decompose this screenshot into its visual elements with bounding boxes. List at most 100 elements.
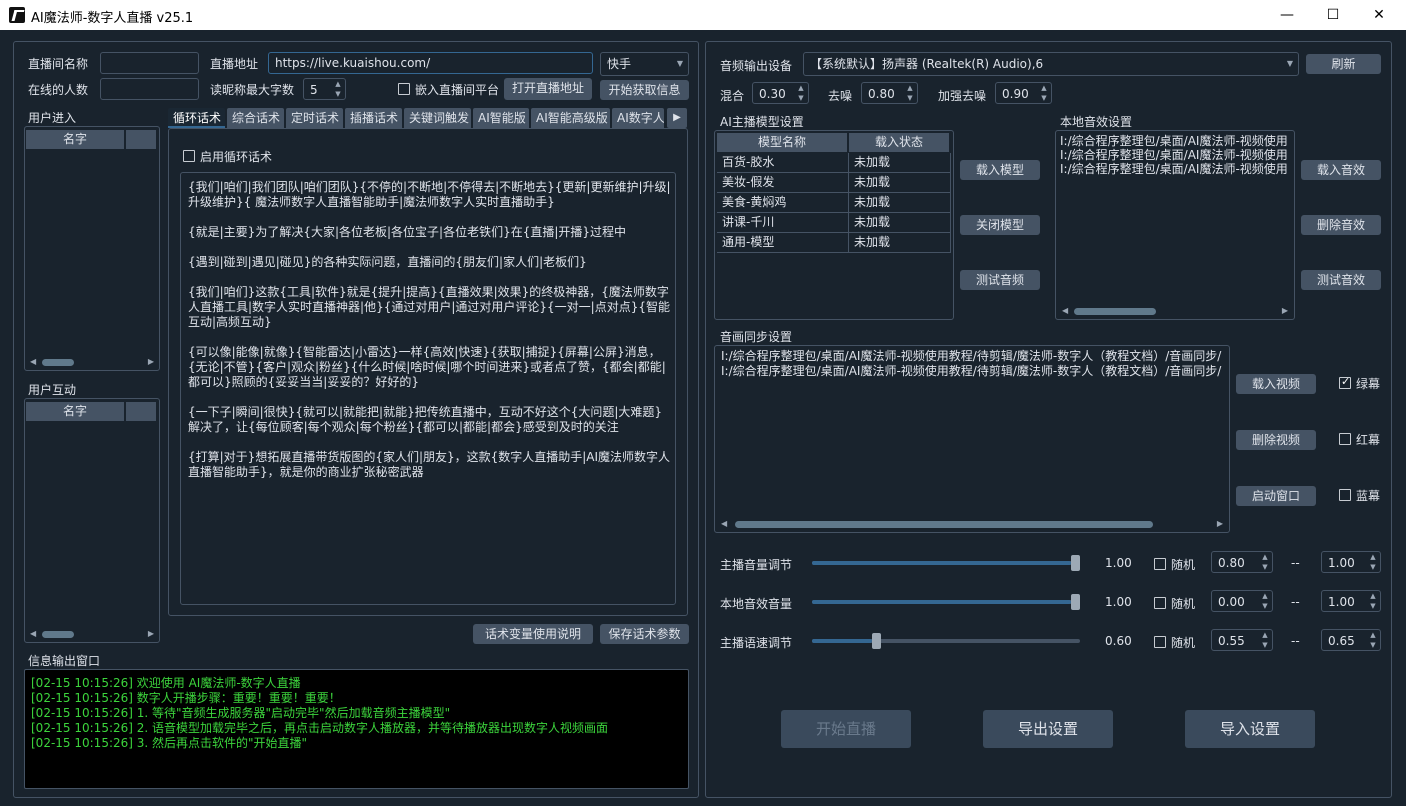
scroll-left-icon[interactable]: ◀ [30,629,36,639]
spin-down-icon[interactable]: ▼ [1367,640,1379,650]
enable-loop-checkbox[interactable] [183,150,195,162]
anchor-volume-slider-handle[interactable] [1071,555,1080,571]
list-item[interactable]: I:/综合程序整理包/桌面/AI魔法师-视频使用 [1060,148,1292,162]
local-fx-volume-slider-handle[interactable] [1071,594,1080,610]
minimize-button[interactable]: — [1264,0,1310,30]
scroll-right-icon[interactable]: ▶ [1217,519,1223,529]
spin-up-icon[interactable]: ▲ [904,83,916,93]
anchor-volume-min-spinbox[interactable]: 0.80 ▲ ▼ [1211,551,1273,573]
local-fx-volume-random-checkbox[interactable] [1154,597,1166,609]
spin-down-icon[interactable]: ▼ [904,93,916,103]
user-enter-hscroll[interactable]: ◀ ▶ [26,357,158,367]
red-screen-checkbox[interactable] [1339,433,1351,445]
spin-down-icon[interactable]: ▼ [1259,640,1271,650]
anchor-volume-random-checkbox[interactable] [1154,558,1166,570]
local-fx-volume-min-spinbox[interactable]: 0.00 ▲ ▼ [1211,590,1273,612]
tab-ai-digital-human[interactable]: AI数字人 [612,108,664,128]
scroll-thumb[interactable] [1074,308,1156,315]
close-button[interactable]: ✕ [1356,0,1402,30]
maximize-button[interactable]: ☐ [1310,0,1356,30]
room-name-input[interactable] [100,52,199,74]
spin-down-icon[interactable]: ▼ [1259,562,1271,572]
delete-fx-button[interactable]: 删除音效 [1301,215,1381,235]
audio-device-select[interactable]: 【系统默认】扬声器 (Realtek(R) Audio),6 ▼ [803,52,1299,76]
table-row[interactable]: 美食-黄焖鸡 未加载 [717,193,951,213]
spin-up-icon[interactable]: ▲ [1259,630,1271,640]
anchor-volume-max-spinbox[interactable]: 1.00 ▲ ▼ [1321,551,1381,573]
spin-up-icon[interactable]: ▲ [1259,552,1271,562]
local-fx-hscroll[interactable]: ◀ ▶ [1058,306,1292,316]
save-script-button[interactable]: 保存话术参数 [600,624,689,644]
spin-down-icon[interactable]: ▼ [795,93,807,103]
tab-loop-script[interactable]: 循环话术 [168,108,225,128]
model-header-name[interactable]: 模型名称 [717,133,848,152]
strong-denoise-spinbox[interactable]: 0.90 ▲ ▼ [995,82,1052,104]
green-screen-checkbox[interactable] [1339,375,1351,389]
tab-insert-script[interactable]: 插播话术 [345,108,402,128]
spin-up-icon[interactable]: ▲ [1367,630,1379,640]
tab-timed-script[interactable]: 定时话术 [286,108,343,128]
spin-down-icon[interactable]: ▼ [332,89,344,99]
open-url-button[interactable]: 打开直播地址 [504,78,592,100]
user-enter-header-name[interactable]: 名字 [26,130,125,149]
scroll-left-icon[interactable]: ◀ [721,519,727,529]
spin-up-icon[interactable]: ▲ [1259,591,1271,601]
delete-video-button[interactable]: 删除视频 [1236,430,1316,450]
live-url-input[interactable]: https://live.kuaishou.com/ [268,52,593,74]
model-header-status[interactable]: 载入状态 [849,133,950,152]
scroll-right-icon[interactable]: ▶ [1282,306,1288,316]
online-count-input[interactable] [100,78,199,100]
start-window-button[interactable]: 启动窗口 [1236,486,1316,506]
platform-select[interactable]: 快手 ▼ [600,52,689,76]
scroll-thumb[interactable] [42,359,74,366]
local-fx-volume-max-spinbox[interactable]: 1.00 ▲ ▼ [1321,590,1381,612]
spin-down-icon[interactable]: ▼ [1259,601,1271,611]
anchor-volume-slider[interactable] [812,555,1080,571]
loop-script-editor[interactable]: {我们|咱们|我们团队|咱们团队}{不停的|不断地|不停得去|不断地去}{更新|… [180,172,676,605]
script-help-button[interactable]: 话术变量使用说明 [473,624,593,644]
import-settings-button[interactable]: 导入设置 [1185,710,1315,748]
list-item[interactable]: I:/综合程序整理包/桌面/AI魔法师-视频使用 [1060,162,1292,176]
scroll-left-icon[interactable]: ◀ [30,357,36,367]
scroll-thumb[interactable] [42,631,74,638]
list-item[interactable]: I:/综合程序整理包/桌面/AI魔法师-视频使用教程/待剪辑/魔法师-数字人（教… [721,364,1227,378]
blue-screen-checkbox[interactable] [1339,489,1351,501]
spin-up-icon[interactable]: ▲ [1038,83,1050,93]
scroll-right-icon[interactable]: ▶ [148,357,154,367]
spin-down-icon[interactable]: ▼ [1367,601,1379,611]
embed-checkbox[interactable] [398,83,410,95]
spin-up-icon[interactable]: ▲ [1367,591,1379,601]
refresh-button[interactable]: 刷新 [1306,54,1381,74]
spin-up-icon[interactable]: ▲ [795,83,807,93]
list-item[interactable]: I:/综合程序整理包/桌面/AI魔法师-视频使用教程/待剪辑/魔法师-数字人（教… [721,349,1227,363]
tab-ai-smart[interactable]: AI智能版 [473,108,529,128]
tab-keyword-trigger[interactable]: 关键词触发 [404,108,471,128]
tab-scroll-right-icon[interactable]: ▶ [667,108,687,128]
anchor-speed-max-spinbox[interactable]: 0.65 ▲ ▼ [1321,629,1381,651]
export-settings-button[interactable]: 导出设置 [983,710,1113,748]
table-row[interactable]: 美妆-假发 未加载 [717,173,951,193]
table-row[interactable]: 百货-胶水 未加载 [717,153,951,173]
anchor-speed-min-spinbox[interactable]: 0.55 ▲ ▼ [1211,629,1273,651]
user-interact-header-name[interactable]: 名字 [26,402,125,421]
start-live-button[interactable]: 开始直播 [781,710,911,748]
load-video-button[interactable]: 载入视频 [1236,374,1316,394]
denoise-spinbox[interactable]: 0.80 ▲ ▼ [861,82,918,104]
tab-ai-advanced[interactable]: AI智能高级版 [531,108,610,128]
anchor-speed-slider-handle[interactable] [872,633,881,649]
close-model-button[interactable]: 关闭模型 [960,215,1040,235]
spin-down-icon[interactable]: ▼ [1038,93,1050,103]
anchor-speed-random-checkbox[interactable] [1154,636,1166,648]
anchor-speed-slider[interactable] [812,633,1080,649]
nick-max-spinbox[interactable]: 5 ▲ ▼ [303,78,346,100]
list-item[interactable]: I:/综合程序整理包/桌面/AI魔法师-视频使用 [1060,134,1292,148]
spin-up-icon[interactable]: ▲ [1367,552,1379,562]
av-sync-hscroll[interactable]: ◀ ▶ [717,519,1227,529]
user-interact-hscroll[interactable]: ◀ ▶ [26,629,158,639]
test-fx-button[interactable]: 测试音效 [1301,270,1381,290]
scroll-thumb[interactable] [735,521,1153,528]
scroll-right-icon[interactable]: ▶ [148,629,154,639]
spin-up-icon[interactable]: ▲ [332,79,344,89]
load-fx-button[interactable]: 载入音效 [1301,160,1381,180]
tab-general-script[interactable]: 综合话术 [227,108,284,128]
